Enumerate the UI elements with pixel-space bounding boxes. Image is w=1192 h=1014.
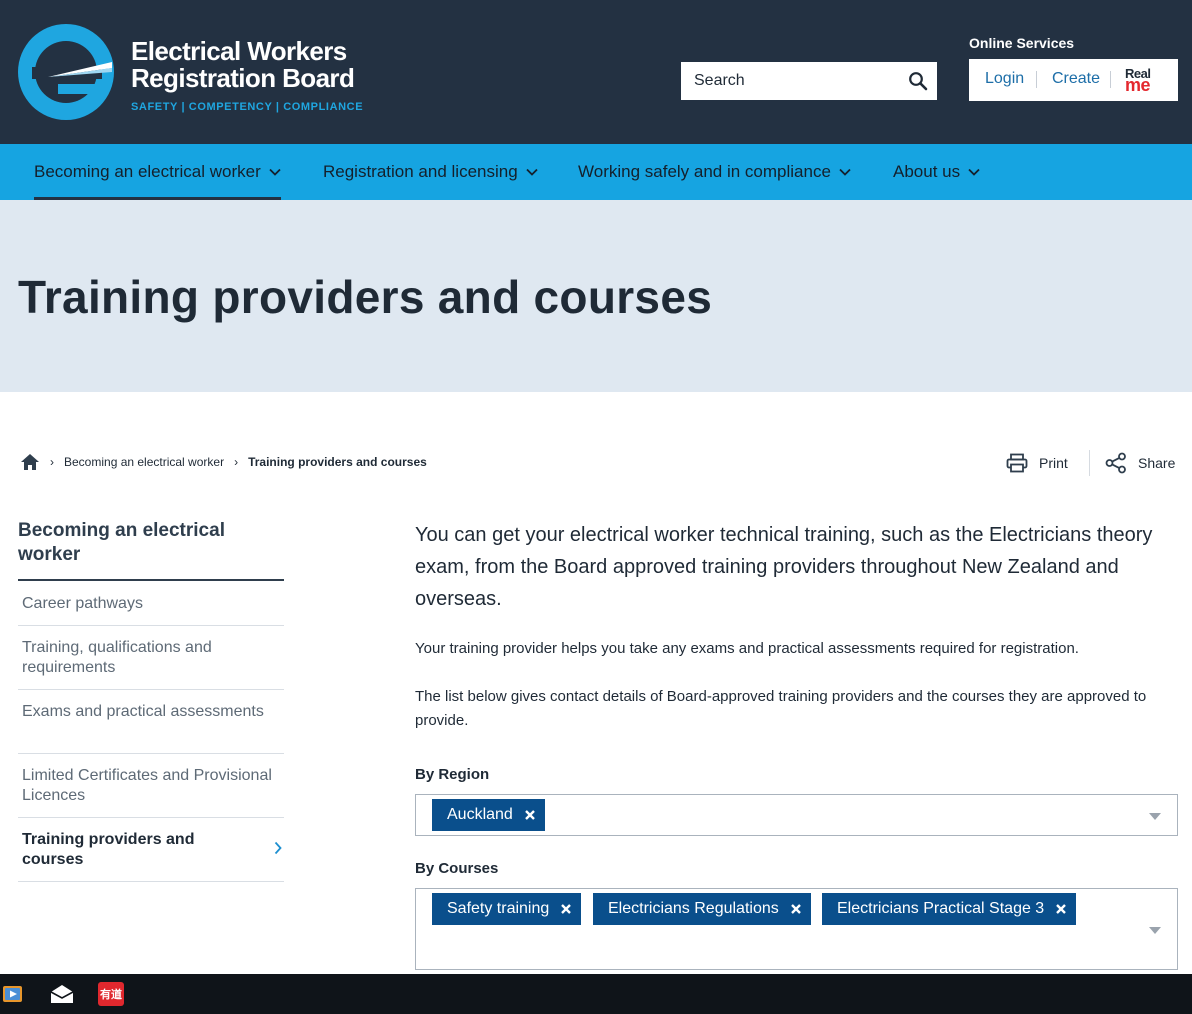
org-tagline: SAFETY | COMPETENCY | COMPLIANCE bbox=[131, 101, 364, 113]
youdao-dictionary-label: 有道 bbox=[100, 988, 122, 1001]
intro-lead: You can get your electrical worker techn… bbox=[415, 524, 1153, 610]
sidebar-item-training-providers[interactable]: Training providers and courses bbox=[18, 818, 284, 882]
region-select[interactable]: Auckland bbox=[415, 794, 1178, 836]
divider bbox=[1036, 71, 1037, 88]
sidebar-item-label: Limited Certificates and Provisional Lic… bbox=[22, 767, 272, 804]
tag-label: Electricians Practical Stage 3 bbox=[837, 900, 1045, 917]
sidebar-item-career-pathways[interactable]: Career pathways bbox=[18, 582, 284, 626]
mail-icon[interactable] bbox=[50, 984, 74, 1004]
courses-select[interactable]: Safety training Electricians Regulations… bbox=[415, 888, 1178, 970]
breadcrumb-link[interactable]: Becoming an electrical worker bbox=[64, 455, 224, 469]
site-header: Electrical Workers Registration Board SA… bbox=[0, 0, 1192, 144]
dropdown-arrow-icon[interactable] bbox=[1149, 927, 1161, 934]
main-navigation: Becoming an electrical worker Registrati… bbox=[0, 144, 1192, 200]
sidebar-item-label: Career pathways bbox=[22, 595, 143, 612]
search-icon[interactable] bbox=[908, 71, 928, 91]
divider bbox=[1110, 71, 1111, 88]
list-description: The list below gives contact details of … bbox=[415, 688, 1147, 729]
selected-tag-safety-training: Safety training bbox=[432, 893, 582, 925]
realme-logo-line2: me bbox=[1125, 75, 1151, 95]
sidebar-item-exams-assessments[interactable]: Exams and practical assessments bbox=[18, 690, 284, 754]
search-input[interactable] bbox=[682, 63, 902, 99]
chevron-down-icon bbox=[526, 168, 538, 176]
chevron-down-icon bbox=[968, 168, 980, 176]
printer-icon bbox=[1006, 453, 1028, 473]
tag-label: Safety training bbox=[447, 900, 550, 917]
breadcrumb: › Becoming an electrical worker › Traini… bbox=[20, 452, 427, 472]
org-name[interactable]: Electrical Workers Registration Board bbox=[131, 36, 355, 93]
tag-label: Electricians Regulations bbox=[608, 900, 779, 917]
share-label: Share bbox=[1138, 455, 1176, 471]
dropdown-arrow-icon[interactable] bbox=[1149, 813, 1161, 820]
sidebar-item-label: Training providers and courses bbox=[22, 831, 195, 868]
search-box bbox=[681, 62, 937, 100]
org-name-line1: Electrical Workers bbox=[131, 36, 347, 66]
divider bbox=[1089, 450, 1090, 476]
nav-item-registration-licensing[interactable]: Registration and licensing bbox=[323, 144, 538, 200]
selected-tag-auckland: Auckland bbox=[432, 799, 545, 831]
page-banner: Training providers and courses bbox=[0, 200, 1192, 392]
share-icon bbox=[1105, 452, 1126, 474]
org-name-line2: Registration Board bbox=[131, 63, 355, 93]
print-button[interactable]: Print bbox=[1006, 452, 1068, 474]
sidebar-item-label: Training, qualifications and requirement… bbox=[22, 639, 212, 676]
nav-item-about-us[interactable]: About us bbox=[893, 144, 980, 200]
intro-paragraph: Your training provider helps you take an… bbox=[415, 640, 1079, 657]
selected-tag-electricians-practical-stage-3: Electricians Practical Stage 3 bbox=[822, 893, 1077, 925]
chevron-down-icon bbox=[269, 168, 281, 176]
nav-item-label: About us bbox=[893, 162, 961, 181]
print-label: Print bbox=[1039, 455, 1068, 471]
breadcrumb-current: Training providers and courses bbox=[248, 455, 427, 469]
nav-item-becoming-electrical-worker[interactable]: Becoming an electrical worker bbox=[34, 144, 281, 200]
sidebar-item-training-qualifications[interactable]: Training, qualifications and requirement… bbox=[18, 626, 284, 690]
nav-item-working-safely[interactable]: Working safely and in compliance bbox=[578, 144, 851, 200]
sidebar-item-label: Exams and practical assessments bbox=[22, 703, 264, 720]
remove-icon[interactable] bbox=[790, 904, 801, 914]
remove-icon[interactable] bbox=[524, 810, 535, 820]
media-player-icon[interactable] bbox=[2, 984, 24, 1004]
nav-item-label: Registration and licensing bbox=[323, 162, 518, 181]
tag-label: Auckland bbox=[447, 806, 513, 823]
breadcrumb-separator-icon: › bbox=[234, 455, 239, 469]
online-services-label: Online Services bbox=[969, 35, 1075, 51]
sidebar-title[interactable]: Becoming an electrical worker bbox=[18, 519, 284, 567]
selected-tag-electricians-regulations: Electricians Regulations bbox=[593, 893, 811, 925]
remove-icon[interactable] bbox=[1056, 904, 1067, 914]
os-taskbar: 有道 bbox=[0, 974, 1192, 1014]
nav-item-label: Becoming an electrical worker bbox=[34, 162, 261, 181]
sidebar-divider bbox=[18, 579, 284, 581]
youdao-dictionary-icon[interactable]: 有道 bbox=[98, 982, 124, 1006]
sidebar-item-limited-certificates[interactable]: Limited Certificates and Provisional Lic… bbox=[18, 754, 284, 818]
online-services-box: Login Create Real me bbox=[969, 59, 1178, 101]
ewrb-logo-icon[interactable] bbox=[18, 24, 114, 120]
realme-logo[interactable]: Real me bbox=[1125, 66, 1165, 95]
login-link[interactable]: Login bbox=[985, 70, 1024, 88]
chevron-down-icon bbox=[839, 168, 851, 176]
remove-icon[interactable] bbox=[561, 904, 572, 914]
courses-filter-label: By Courses bbox=[415, 860, 499, 877]
breadcrumb-separator-icon: › bbox=[50, 455, 54, 469]
region-filter-label: By Region bbox=[415, 766, 490, 783]
chevron-right-icon bbox=[274, 841, 282, 855]
page-title: Training providers and courses bbox=[18, 271, 713, 323]
create-link[interactable]: Create bbox=[1052, 70, 1100, 88]
home-icon[interactable] bbox=[20, 453, 40, 471]
share-button[interactable]: Share bbox=[1105, 452, 1175, 474]
nav-item-label: Working safely and in compliance bbox=[578, 162, 831, 181]
